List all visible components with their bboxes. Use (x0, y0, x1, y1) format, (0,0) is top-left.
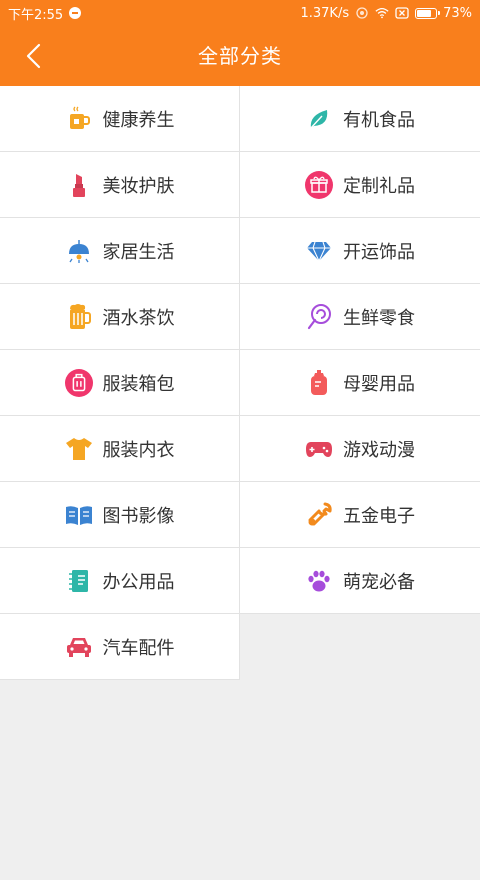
signal-icon (356, 7, 368, 19)
category-fresh-snacks[interactable]: 生鲜零食 (240, 284, 480, 350)
category-label: 五金电子 (343, 505, 415, 527)
no-sim-icon (395, 7, 409, 19)
category-auto-parts[interactable]: 汽车配件 (0, 614, 240, 680)
status-bar: 下午2:55 1.37K/s 73% (0, 0, 480, 26)
category-label: 母婴用品 (343, 373, 415, 395)
category-label: 美妆护肤 (102, 175, 175, 197)
paw-icon (305, 567, 333, 595)
leaf-icon (305, 105, 333, 133)
status-right: 1.37K/s 73% (300, 6, 472, 21)
wrench-icon (305, 501, 333, 529)
category-label: 游戏动漫 (343, 439, 415, 461)
tea-cup-icon (65, 105, 93, 133)
diamond-icon (305, 237, 333, 265)
category-label: 家居生活 (102, 241, 175, 263)
app-header: 全部分类 (0, 26, 480, 86)
status-left: 下午2:55 (8, 4, 82, 23)
car-icon (65, 633, 93, 661)
category-label: 生鲜零食 (343, 307, 415, 329)
category-office[interactable]: 办公用品 (0, 548, 240, 614)
battery-level: 73% (443, 5, 472, 21)
lamp-icon (65, 237, 93, 265)
lollipop-icon (305, 303, 333, 331)
gift-icon (305, 170, 333, 199)
status-time: 下午2:55 (8, 7, 64, 23)
category-grid: 健康养生 有机食品 美妆护肤 定制礼品 家居生活 开运饰品 酒水茶饮 生鲜零食 … (0, 86, 480, 680)
category-beauty[interactable]: 美妆护肤 (0, 152, 240, 218)
notification-icon (69, 7, 82, 19)
category-jewelry[interactable]: 开运饰品 (240, 218, 480, 284)
tshirt-icon (65, 435, 93, 463)
book-icon (65, 501, 93, 529)
category-label: 定制礼品 (343, 175, 415, 197)
category-label: 服装内衣 (102, 439, 175, 461)
category-organic[interactable]: 有机食品 (240, 86, 480, 152)
category-games-anime[interactable]: 游戏动漫 (240, 416, 480, 482)
category-pets[interactable]: 萌宠必备 (240, 548, 480, 614)
category-hardware-electronics[interactable]: 五金电子 (240, 482, 480, 548)
wifi-icon (375, 7, 389, 19)
category-clothing-bags[interactable]: 服装箱包 (0, 350, 240, 416)
category-label: 酒水茶饮 (102, 307, 175, 329)
beer-icon (65, 303, 93, 331)
baby-bottle-icon (305, 369, 333, 397)
suitcase-icon (64, 368, 93, 397)
category-books-media[interactable]: 图书影像 (0, 482, 240, 548)
page-title: 全部分类 (198, 44, 282, 68)
category-baby[interactable]: 母婴用品 (240, 350, 480, 416)
notebook-icon (65, 567, 93, 595)
category-drinks[interactable]: 酒水茶饮 (0, 284, 240, 350)
category-label: 开运饰品 (343, 241, 415, 263)
category-gift[interactable]: 定制礼品 (240, 152, 480, 218)
category-underwear[interactable]: 服装内衣 (0, 416, 240, 482)
category-label: 有机食品 (343, 109, 415, 131)
network-speed: 1.37K/s (300, 5, 350, 21)
category-label: 服装箱包 (102, 373, 175, 395)
category-health[interactable]: 健康养生 (0, 86, 240, 152)
category-label: 图书影像 (102, 505, 175, 527)
category-label: 办公用品 (102, 571, 175, 593)
category-label: 萌宠必备 (343, 571, 415, 593)
lipstick-icon (65, 171, 93, 199)
category-home[interactable]: 家居生活 (0, 218, 240, 284)
battery-icon (415, 7, 441, 19)
gamepad-icon (305, 435, 333, 463)
category-label: 汽车配件 (102, 637, 175, 659)
category-label: 健康养生 (102, 109, 175, 131)
